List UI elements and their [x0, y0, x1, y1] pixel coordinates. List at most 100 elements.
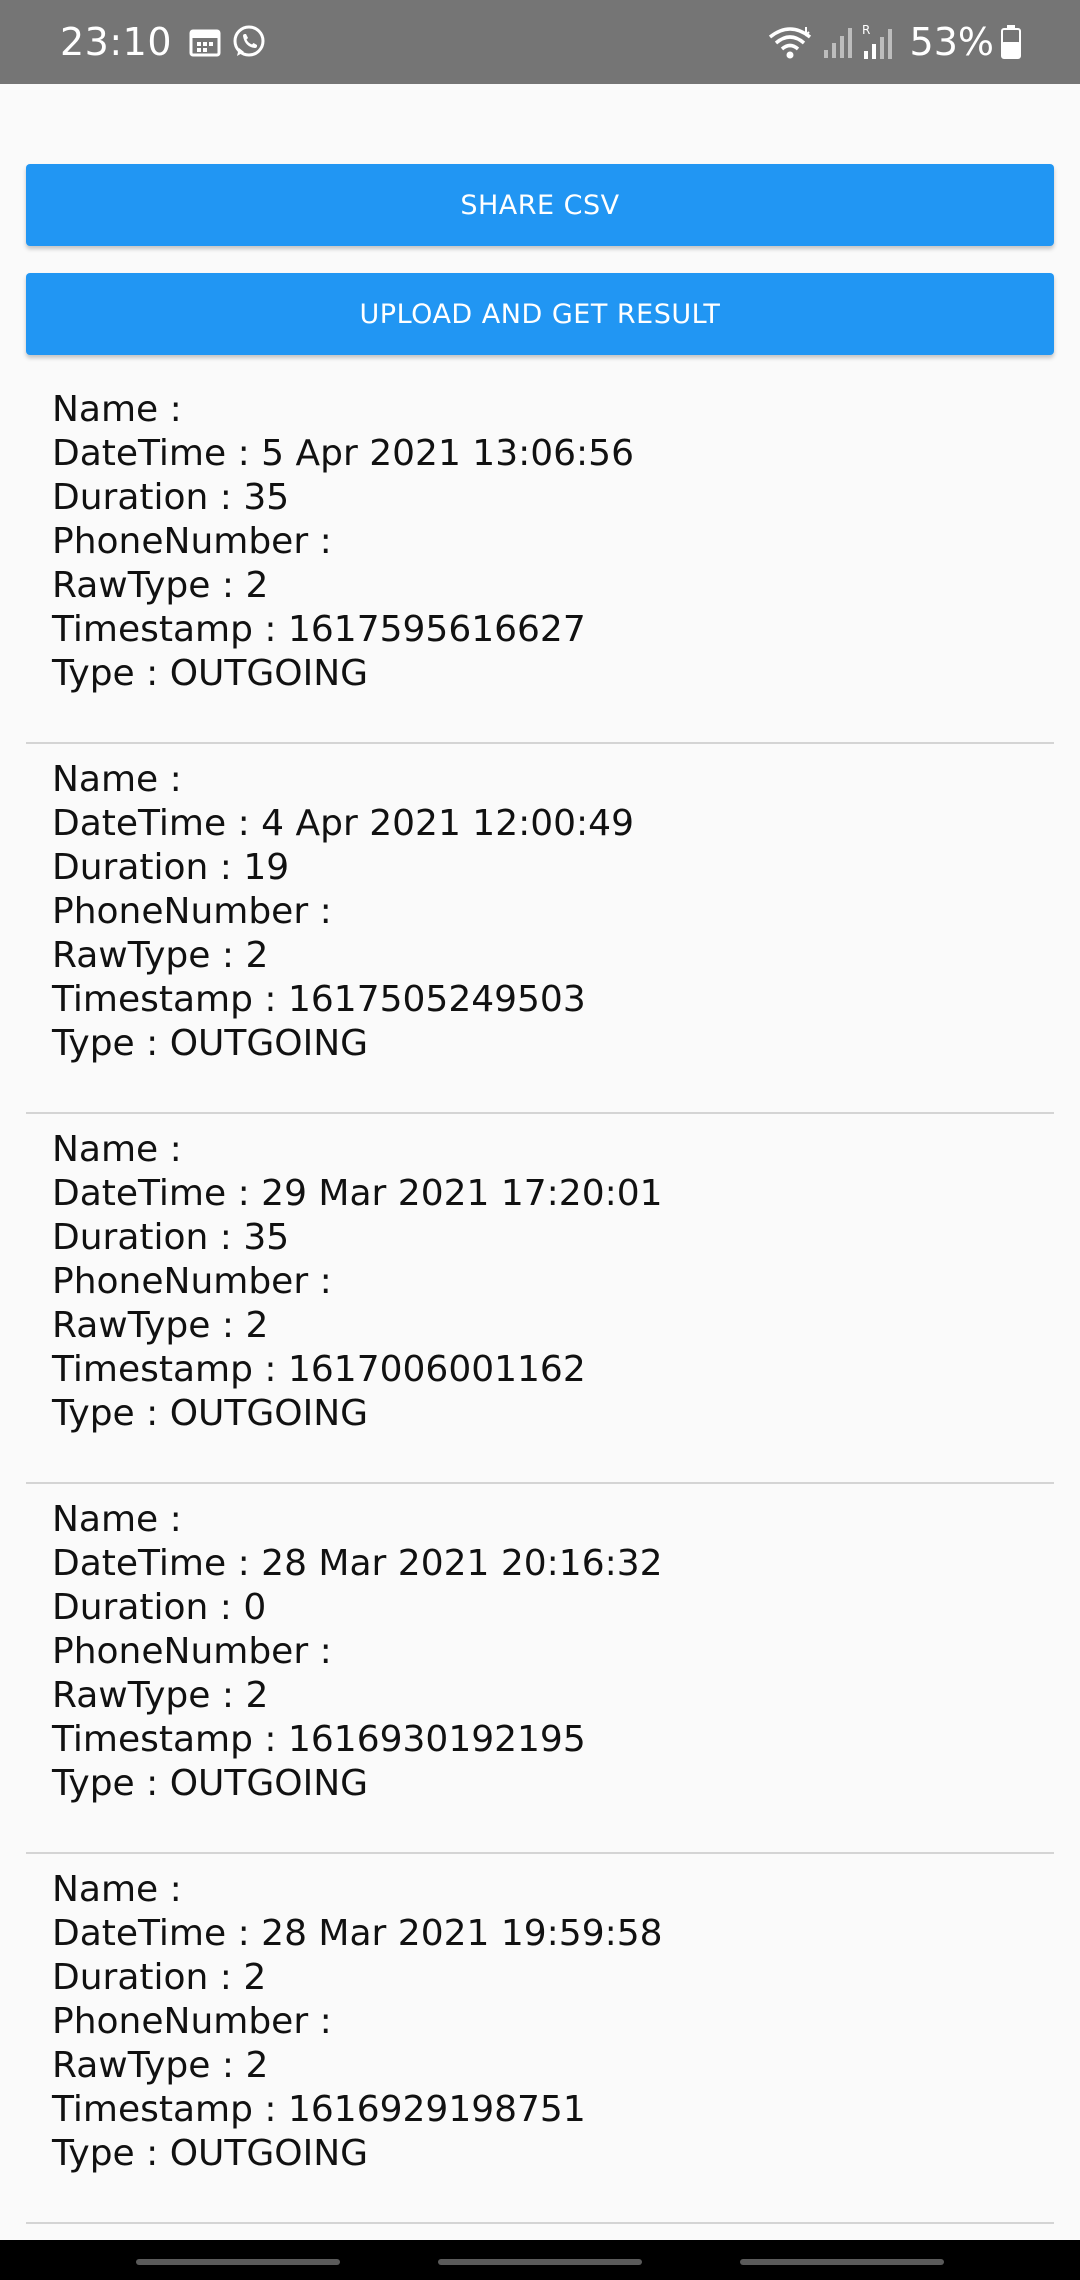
duration-row: Duration : 0 — [52, 1586, 1054, 1630]
datetime-row: DateTime : 5 Apr 2021 13:06:56 — [52, 432, 1054, 476]
navigation-bar — [0, 2240, 1080, 2280]
share-csv-button[interactable]: SHARE CSV — [26, 164, 1054, 246]
list-item: Name : DateTime : 5 Apr 2021 13:06:56 Du… — [26, 374, 1054, 744]
duration-row: Duration : 35 — [52, 476, 1054, 520]
type-row: Type : OUTGOING — [52, 1762, 1054, 1806]
datetime-label: DateTime : — [52, 1173, 250, 1214]
type-label: Type : — [52, 1023, 159, 1064]
datetime-row: DateTime : 4 Apr 2021 12:00:49 — [52, 802, 1054, 846]
datetime-label: DateTime : — [52, 1913, 250, 1954]
name-label: Name : — [52, 1499, 182, 1540]
timestamp-value: 1617505249503 — [287, 979, 586, 1020]
rawtype-value: 2 — [245, 565, 269, 606]
phone-number-row: PhoneNumber : — [52, 520, 1054, 564]
datetime-value: 28 Mar 2021 19:59:58 — [261, 1913, 663, 1954]
type-row: Type : OUTGOING — [52, 1022, 1054, 1066]
svg-text:R: R — [862, 23, 870, 37]
roaming-signal-icon: R — [862, 23, 896, 61]
type-row: Type : OUTGOING — [52, 652, 1054, 696]
phone-number-row: PhoneNumber : — [52, 1630, 1054, 1674]
name-row: Name : — [52, 1868, 1054, 1912]
timestamp-value: 1617006001162 — [287, 1349, 586, 1390]
timestamp-row: Timestamp : 1616930192195 — [52, 1718, 1054, 1762]
duration-value: 0 — [243, 1587, 267, 1628]
duration-label: Duration : — [52, 1587, 232, 1628]
name-row: Name : — [52, 1498, 1054, 1542]
rawtype-row: RawType : 2 — [52, 2044, 1054, 2088]
calendar-icon — [188, 26, 222, 58]
phone-number-label: PhoneNumber : — [52, 1261, 332, 1302]
datetime-label: DateTime : — [52, 433, 250, 474]
battery-percent: 53% — [909, 20, 994, 64]
timestamp-label: Timestamp : — [52, 2089, 277, 2130]
timestamp-row: Timestamp : 1617595616627 — [52, 608, 1054, 652]
type-value: OUTGOING — [169, 1393, 369, 1434]
duration-label: Duration : — [52, 847, 232, 888]
home-button[interactable] — [438, 2259, 642, 2265]
name-label: Name : — [52, 759, 182, 800]
rawtype-row: RawType : 2 — [52, 1674, 1054, 1718]
datetime-label: DateTime : — [52, 803, 250, 844]
duration-label: Duration : — [52, 1217, 232, 1258]
type-value: OUTGOING — [169, 2133, 369, 2174]
datetime-value: 4 Apr 2021 12:00:49 — [261, 803, 634, 844]
type-label: Type : — [52, 653, 159, 694]
call-log-screen: SHARE CSV UPLOAD AND GET RESULT Name : D… — [0, 84, 1080, 2240]
phone-number-label: PhoneNumber : — [52, 2001, 332, 2042]
status-bar-right: R 53% — [766, 20, 1030, 64]
rawtype-label: RawType : — [52, 935, 234, 976]
list-item: Name : DateTime : 28 Mar 2021 20:16:32 D… — [26, 1484, 1054, 1854]
timestamp-label: Timestamp : — [52, 1719, 277, 1760]
name-label: Name : — [52, 389, 182, 430]
rawtype-label: RawType : — [52, 565, 234, 606]
rawtype-value: 2 — [245, 935, 269, 976]
duration-value: 2 — [243, 1957, 267, 1998]
duration-value: 19 — [243, 847, 290, 888]
phone-number-row: PhoneNumber : — [52, 1260, 1054, 1304]
datetime-row: DateTime : 28 Mar 2021 19:59:58 — [52, 1912, 1054, 1956]
wifi-icon — [766, 23, 814, 61]
rawtype-label: RawType : — [52, 1675, 234, 1716]
status-bar: 23:10 R 53% — [0, 0, 1080, 84]
type-row: Type : OUTGOING — [52, 2132, 1054, 2176]
duration-value: 35 — [243, 477, 290, 518]
name-row: Name : — [52, 1128, 1054, 1172]
timestamp-label: Timestamp : — [52, 609, 277, 650]
rawtype-row: RawType : 2 — [52, 1304, 1054, 1348]
list-item: Name : DateTime : 4 Apr 2021 12:00:49 Du… — [26, 744, 1054, 1114]
type-label: Type : — [52, 2133, 159, 2174]
recents-button[interactable] — [136, 2259, 340, 2265]
timestamp-value: 1616929198751 — [287, 2089, 586, 2130]
timestamp-row: Timestamp : 1617006001162 — [52, 1348, 1054, 1392]
signal-icon — [822, 24, 854, 60]
rawtype-label: RawType : — [52, 2045, 234, 2086]
timestamp-value: 1617595616627 — [287, 609, 586, 650]
list-item: Name : DateTime : 29 Mar 2021 17:20:01 D… — [26, 1114, 1054, 1484]
type-label: Type : — [52, 1763, 159, 1804]
phone-number-label: PhoneNumber : — [52, 521, 332, 562]
status-bar-left: 23:10 — [60, 20, 276, 64]
phone-number-label: PhoneNumber : — [52, 891, 332, 932]
upload-and-get-result-button[interactable]: UPLOAD AND GET RESULT — [26, 273, 1054, 355]
clock: 23:10 — [60, 20, 173, 64]
datetime-row: DateTime : 29 Mar 2021 17:20:01 — [52, 1172, 1054, 1216]
rawtype-value: 2 — [245, 1675, 269, 1716]
duration-label: Duration : — [52, 477, 232, 518]
datetime-value: 29 Mar 2021 17:20:01 — [261, 1173, 663, 1214]
duration-row: Duration : 2 — [52, 1956, 1054, 2000]
timestamp-label: Timestamp : — [52, 979, 277, 1020]
whatsapp-icon — [230, 23, 268, 61]
call-log-list[interactable]: Name : DateTime : 5 Apr 2021 13:06:56 Du… — [26, 374, 1054, 2224]
type-value: OUTGOING — [169, 1023, 369, 1064]
back-button[interactable] — [740, 2259, 944, 2265]
list-item: Name : DateTime : 28 Mar 2021 19:59:58 D… — [26, 1854, 1054, 2224]
name-row: Name : — [52, 758, 1054, 802]
type-value: OUTGOING — [169, 1763, 369, 1804]
timestamp-row: Timestamp : 1617505249503 — [52, 978, 1054, 1022]
duration-row: Duration : 19 — [52, 846, 1054, 890]
rawtype-row: RawType : 2 — [52, 934, 1054, 978]
timestamp-row: Timestamp : 1616929198751 — [52, 2088, 1054, 2132]
timestamp-label: Timestamp : — [52, 1349, 277, 1390]
duration-value: 35 — [243, 1217, 290, 1258]
timestamp-value: 1616930192195 — [287, 1719, 586, 1760]
